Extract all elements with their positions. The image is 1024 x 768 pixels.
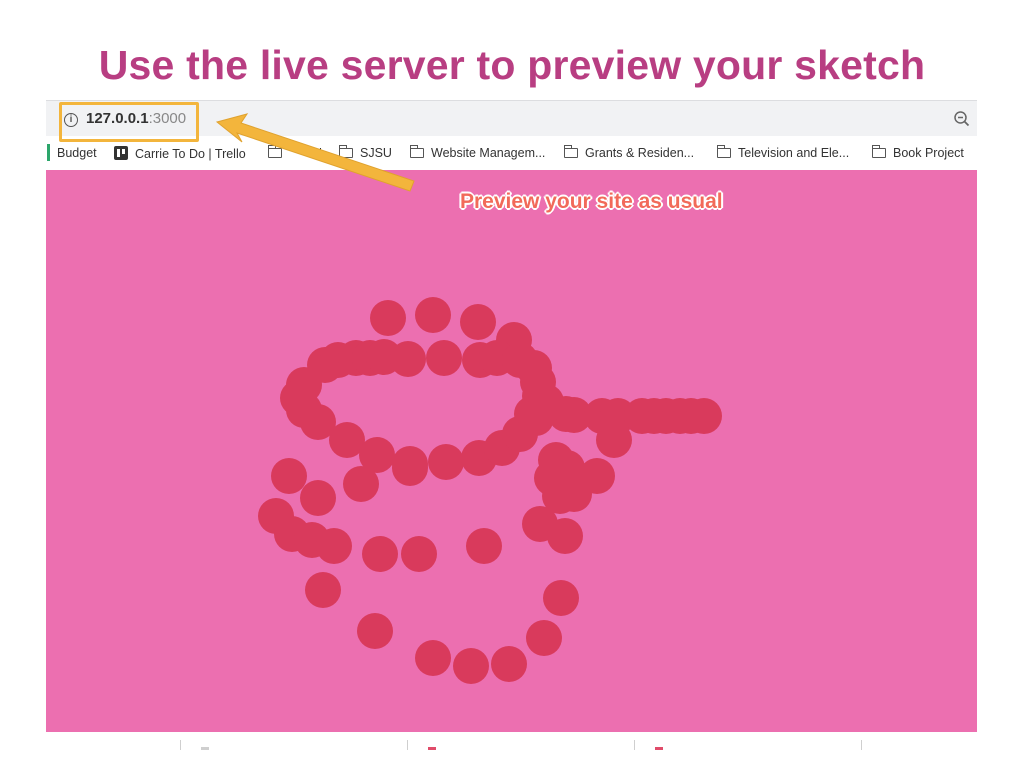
bookmark-folder-book[interactable]: Book Project <box>871 145 964 160</box>
page-viewport[interactable]: Preview your site as usual <box>46 170 977 732</box>
sketch-dot <box>390 341 426 377</box>
tab-mark <box>428 747 436 750</box>
divider <box>180 740 181 750</box>
bookmark-folder-n[interactable]: N <box>267 145 323 160</box>
divider <box>861 740 862 750</box>
folder-icon <box>563 145 578 158</box>
sketch-dot <box>428 444 464 480</box>
folder-icon <box>871 145 886 158</box>
bookmark-label: Carrie To Do | Trello <box>135 147 246 161</box>
folder-icon <box>409 145 424 158</box>
tab-mark <box>655 747 663 750</box>
bookmark-label: Grants & Residen... <box>585 146 695 160</box>
bookmark-label: Television and Ele... <box>738 146 850 160</box>
tab-mark <box>201 747 209 750</box>
bookmark-trello[interactable]: Carrie To Do | Trello <box>114 146 246 161</box>
bookmark-label: SJSU <box>360 146 392 160</box>
sketch-dot <box>526 620 562 656</box>
callout-label: Preview your site as usual <box>460 190 723 213</box>
bookmark-label: N <box>313 146 323 160</box>
bookmark-label: Book Project <box>893 146 964 160</box>
bookmark-folder-website[interactable]: Website Managem... <box>409 145 546 160</box>
bottom-strip <box>46 732 977 750</box>
bookmark-folder-television[interactable]: Television and Ele... <box>716 145 850 160</box>
sketch-dot <box>271 458 307 494</box>
sketch-dot <box>596 422 632 458</box>
sketch-dot <box>518 400 554 436</box>
folder-icon <box>716 145 731 158</box>
sketch-dot <box>370 300 406 336</box>
sketch-dot <box>686 398 722 434</box>
bookmark-folder-grants[interactable]: Grants & Residen... <box>563 145 695 160</box>
budget-icon <box>47 144 50 161</box>
sketch-dot <box>401 536 437 572</box>
divider <box>407 740 408 750</box>
sketch-dot <box>547 518 583 554</box>
sketch-dot <box>460 304 496 340</box>
sketch-dot <box>543 580 579 616</box>
bookmark-budget[interactable]: Budget <box>57 146 97 160</box>
divider <box>634 740 635 750</box>
sketch-dot <box>343 466 379 502</box>
sketch-dot <box>453 648 489 684</box>
browser-window: i 127.0.0.1:3000 Budget Carrie To Do | Tr… <box>46 100 977 750</box>
sketch-dot <box>316 528 352 564</box>
sketch-dot <box>415 640 451 676</box>
sketch-dot <box>392 446 428 482</box>
sketch-dot <box>538 442 574 478</box>
folder-icon <box>338 145 353 158</box>
bookmark-label: Website Managem... <box>431 146 546 160</box>
sketch-dot <box>362 536 398 572</box>
sketch-dot <box>300 480 336 516</box>
sketch-dot <box>357 613 393 649</box>
trello-icon <box>114 146 128 160</box>
sketch-dot <box>426 340 462 376</box>
bookmark-folder-sjsu[interactable]: SJSU <box>338 145 392 160</box>
slide-title: Use the live server to preview your sket… <box>98 42 926 88</box>
sketch-canvas[interactable] <box>46 170 977 732</box>
sketch-dot <box>466 528 502 564</box>
sketch-dot <box>491 646 527 682</box>
sketch-dot <box>305 572 341 608</box>
bookmark-label: Budget <box>57 146 97 160</box>
sketch-dot <box>415 297 451 333</box>
zoom-out-icon[interactable] <box>953 110 971 128</box>
url-highlight-box <box>59 102 199 142</box>
folder-icon <box>267 145 282 158</box>
